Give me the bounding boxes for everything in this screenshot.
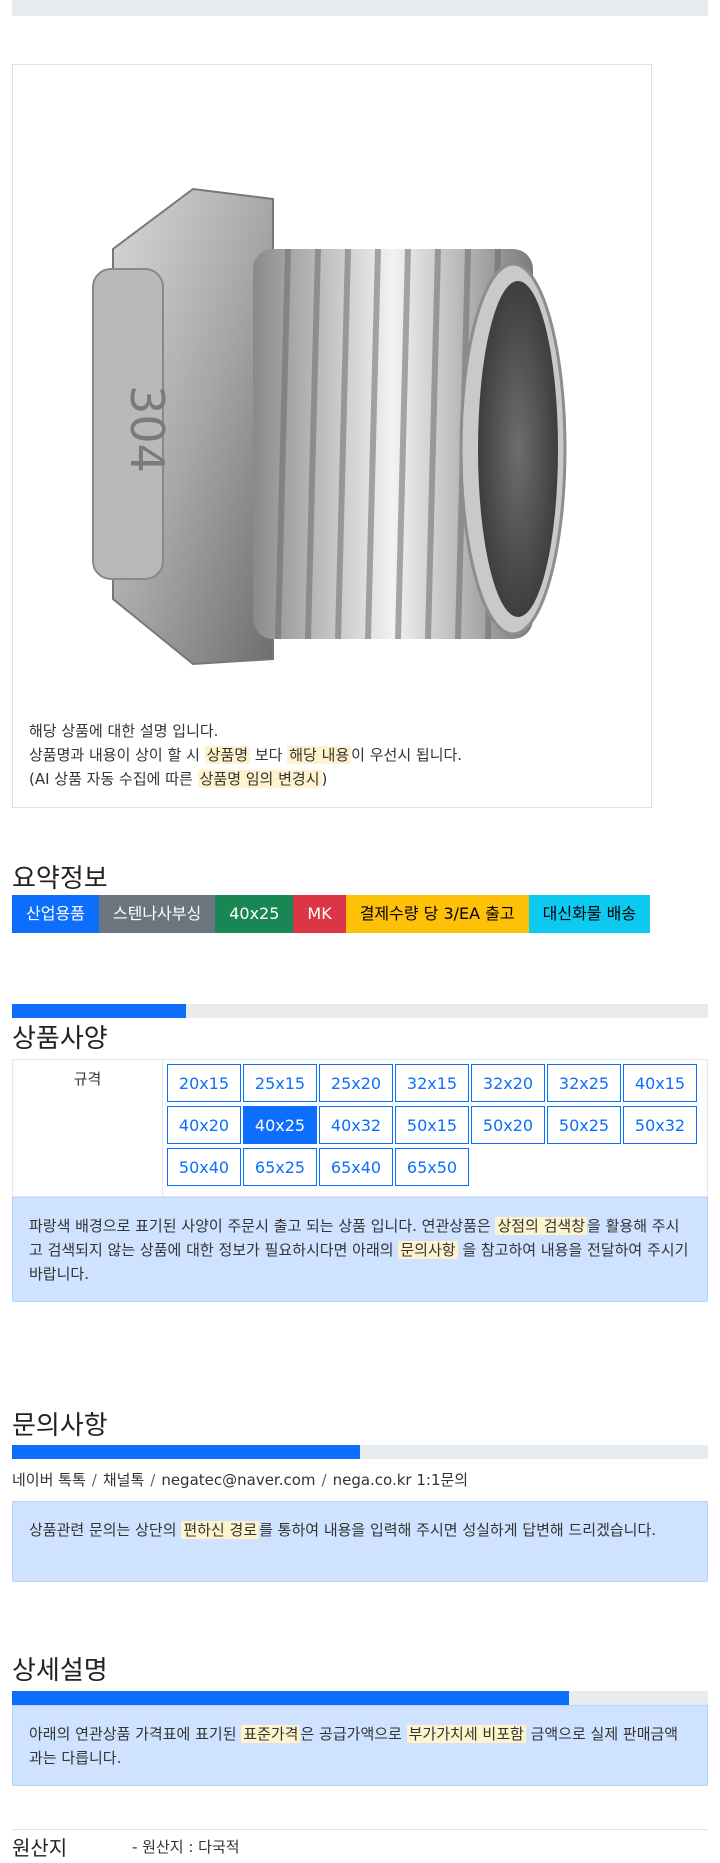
origin-value: - 원산지 : 다국적 [132,1838,240,1856]
detail-notice: 아래의 연관상품 가격표에 표기된 표준가격 은 공급가액으로 부가가치세 비포함… [12,1705,708,1786]
spec-table: 규격 20x15 25x15 25x20 32x15 32x20 32x25 40x15 40… [12,1059,708,1197]
spec-progress-bar [12,1004,708,1018]
product-image-card: 304 해당 상품에 대한 설명 입니다. 상품명과 내용이 상이 할 시 상품… [12,64,652,808]
spec-option-65x40[interactable]: 65x40 [319,1148,393,1186]
highlight-vat-excluded: 부가가치세 비포함 [406,1725,526,1743]
contact-channel-talk[interactable]: 채널톡 [103,1471,144,1489]
highlight-convenient-route: 편하신 경로 [181,1521,260,1539]
spec-option-65x25[interactable]: 65x25 [243,1148,317,1186]
detail-progress-bar [12,1691,708,1705]
spec-option-50x20[interactable]: 50x20 [471,1106,545,1144]
summary-title: 요약정보 [12,864,108,894]
inquiry-progress-fill [12,1445,360,1459]
separator: / [91,1471,97,1489]
inquiry-notice: 상품관련 문의는 상단의 편하신 경로 를 통하여 내용을 입력해 주시면 성실하… [12,1501,708,1582]
product-description: 해당 상품에 대한 설명 입니다. 상품명과 내용이 상이 할 시 상품명 보다… [29,719,462,791]
spec-option-32x15[interactable]: 32x15 [395,1064,469,1102]
spec-label-size: 규격 [13,1060,163,1196]
spec-progress-fill [12,1004,186,1018]
spec-option-25x20[interactable]: 25x20 [319,1064,393,1102]
top-divider-bar [12,0,708,16]
spec-option-40x20[interactable]: 40x20 [167,1106,241,1144]
inquiry-notice-end: 를 통하여 내용을 입력해 주시면 성실하게 답변해 드리겠습니다. [259,1521,657,1539]
spec-notice-text: 파랑색 배경으로 표기된 사양이 주문시 출고 되는 상품 입니다. 연관상품은 [29,1217,496,1235]
highlight-name-change: 상품명 임의 변경시 [197,770,322,788]
spec-notice: 파랑색 배경으로 표기된 사양이 주문시 출고 되는 상품 입니다. 연관상품은… [12,1197,708,1302]
description-line-2-end: 이 우선시 됩니다. [351,746,463,764]
inquiry-progress-bar [12,1445,708,1459]
separator: / [150,1471,156,1489]
svg-text:304: 304 [120,385,174,473]
spec-options: 20x15 25x15 25x20 32x15 32x20 32x25 40x15 40x20… [167,1064,707,1190]
badge-shipping: 대신화물 배송 [528,895,651,933]
detail-title: 상세설명 [12,1656,108,1686]
inquiry-title: 문의사항 [12,1411,108,1441]
spec-option-50x15[interactable]: 50x15 [395,1106,469,1144]
detail-progress-fill [12,1691,569,1705]
description-line-1: 해당 상품에 대한 설명 입니다. [29,722,219,740]
origin-row: 원산지 - 원산지 : 다국적 [12,1829,708,1863]
description-line-3-text: (AI 상품 자동 수집에 따른 [29,770,198,788]
spec-option-25x15[interactable]: 25x15 [243,1064,317,1102]
spec-option-65x50[interactable]: 65x50 [395,1148,469,1186]
badge-brand: MK [293,895,346,933]
spec-option-32x20[interactable]: 32x20 [471,1064,545,1102]
description-line-2-text: 상품명과 내용이 상이 할 시 [29,746,205,764]
summary-badges: 산업용품 스텐나사부싱 40x25 MK 결제수량 당 3/EA 출고 대신화물… [12,895,651,933]
spec-option-40x25[interactable]: 40x25 [243,1106,317,1144]
spec-option-40x15[interactable]: 40x15 [623,1064,697,1102]
highlight-content: 해당 내용 [287,746,352,764]
product-photo: 304 [92,187,567,666]
spec-option-50x25[interactable]: 50x25 [547,1106,621,1144]
contact-channels: 네이버 톡톡 / 채널톡 / negatec@naver.com / nega.co.kr … [12,1469,468,1490]
description-line-3-end: ) [321,770,328,788]
contact-site-inquiry[interactable]: nega.co.kr 1:1문의 [333,1471,469,1489]
spec-option-20x15[interactable]: 20x15 [167,1064,241,1102]
spec-option-50x32[interactable]: 50x32 [623,1106,697,1144]
detail-notice-mid: 은 공급가액으로 [300,1725,407,1743]
badge-category: 산업용품 [12,895,99,933]
inquiry-notice-text: 상품관련 문의는 상단의 [29,1521,182,1539]
contact-email[interactable]: negatec@naver.com [161,1471,315,1489]
highlight-store-search: 상점의 검색창 [495,1217,588,1235]
spec-option-50x40[interactable]: 50x40 [167,1148,241,1186]
badge-size: 40x25 [215,895,294,933]
highlight-product-name: 상품명 [204,746,251,764]
badge-quantity: 결제수량 당 3/EA 출고 [345,895,529,933]
highlight-inquiry: 문의사항 [398,1241,458,1259]
highlight-standard-price: 표준가격 [241,1725,301,1743]
detail-notice-text: 아래의 연관상품 가격표에 표기된 [29,1725,242,1743]
origin-label: 원산지 [12,1836,68,1860]
contact-naver-talk[interactable]: 네이버 톡톡 [12,1471,86,1489]
badge-product-type: 스텐나사부싱 [98,895,216,933]
description-line-2-mid: 보다 [250,746,288,764]
spec-title: 상품사양 [12,1024,108,1054]
spec-option-40x32[interactable]: 40x32 [319,1106,393,1144]
spec-option-32x25[interactable]: 32x25 [547,1064,621,1102]
separator: / [321,1471,327,1489]
